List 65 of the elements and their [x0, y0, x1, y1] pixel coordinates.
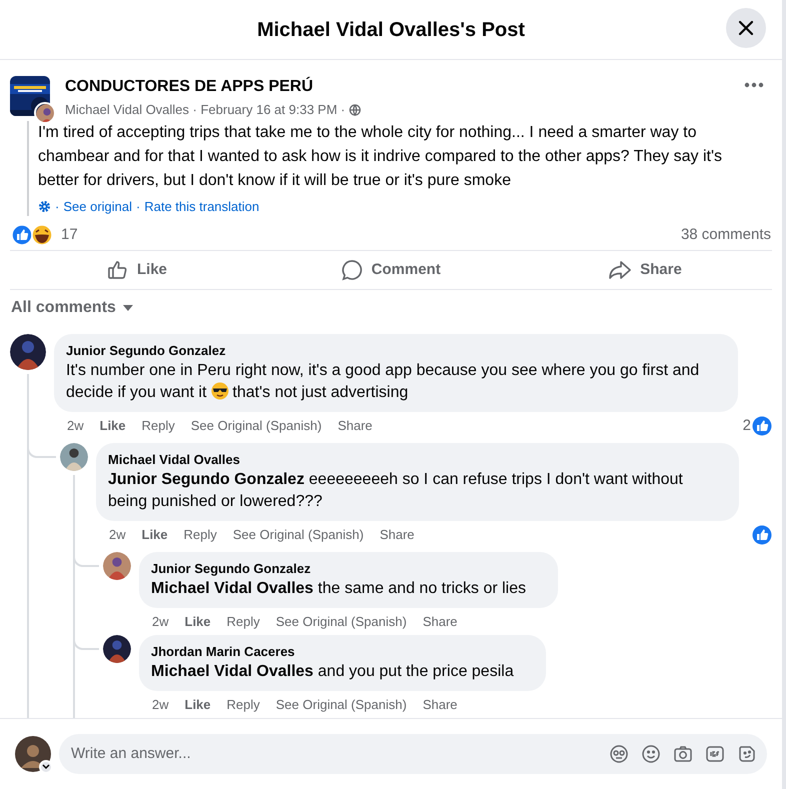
comment-text: Michael Vidal Ovalles and you put the price pesila	[151, 662, 515, 682]
comment-text: It's number one in Peru right now, it's a good app because you see where you go first and decide if you want it that's not just advertising	[66, 361, 700, 403]
like-count: 2	[742, 416, 751, 436]
reaction-count[interactable]: 17	[61, 224, 78, 246]
comment-action-link[interactable]: Like	[100, 416, 126, 436]
comment-time: 2w	[152, 696, 169, 714]
comment-time: 2w	[67, 417, 84, 436]
close-icon	[738, 20, 754, 36]
comment-action-link[interactable]: Like	[184, 695, 211, 715]
share-button[interactable]: Share	[518, 251, 772, 289]
gif-icon[interactable]	[705, 744, 725, 764]
post-meta: Michael Vidal Ovalles · February 16 at 9:33 PM ·	[65, 101, 346, 119]
group-name[interactable]: CONDUCTORES DE APPS PERÚ	[65, 77, 725, 97]
comment-action-link[interactable]: Share	[422, 695, 458, 715]
comment-action-link[interactable]: See Original (Spanish)	[232, 525, 364, 545]
comment-action-link[interactable]: See Original (Spanish)	[276, 612, 407, 632]
caret-icon	[122, 304, 134, 312]
comment-input[interactable]: Write an answer...	[71, 742, 609, 766]
comment-author[interactable]: Junior Segundo Gonzalez	[66, 342, 726, 360]
avatar[interactable]	[15, 736, 51, 772]
translation-link[interactable]: See original	[63, 196, 132, 216]
comment-icon	[341, 259, 364, 281]
emoji-icon[interactable]	[641, 744, 661, 764]
gear-icon[interactable]	[38, 200, 51, 213]
comment-author[interactable]: Jhordan Marin Caceres	[151, 643, 534, 661]
avatar[interactable]	[10, 334, 46, 370]
dialog-title: Michael Vidal Ovalles's Post	[257, 18, 525, 42]
comment-action-link[interactable]: Like	[184, 612, 211, 632]
comment-action-link[interactable]: Share	[380, 525, 414, 545]
avatar-sticker-icon[interactable]	[609, 744, 629, 764]
comment-action-link[interactable]: Reply	[226, 695, 260, 715]
avatar[interactable]	[103, 552, 131, 580]
comment-author[interactable]: Michael Vidal Ovalles	[108, 451, 727, 469]
post-text: I'm tired of accepting trips that take me to the whole city for nothing... I need a smarter way to chambear and for that I wanted to ask how is it indrive compared to the other apps? They say it's better for drivers, but I don't know if it will be true or it's pure smoke	[38, 122, 724, 190]
like-button[interactable]: Like	[10, 251, 264, 289]
share-icon	[608, 259, 632, 281]
comment-filter-dropdown[interactable]: All comments	[11, 296, 134, 320]
comment-action-link[interactable]: Reply	[142, 416, 175, 436]
sticker-icon[interactable]	[737, 744, 757, 764]
comment-time: 2w	[109, 526, 126, 544]
comment-text: Junior Segundo Gonzalez eeeeeeeeeh so I can refuse trips I don't want without being punished or lowered???	[108, 470, 684, 512]
comment-action-link[interactable]: Like	[142, 525, 168, 545]
comment-action-link[interactable]: See Original (Spanish)	[190, 416, 322, 436]
comment-button[interactable]: Comment	[264, 251, 518, 289]
camera-icon[interactable]	[673, 744, 693, 764]
comment-action-link[interactable]: Share	[338, 416, 372, 436]
avatar[interactable]	[34, 102, 56, 124]
comment-action-link[interactable]: Share	[422, 612, 458, 632]
comment-action-link[interactable]: See Original (Spanish)	[276, 695, 407, 715]
translation-link[interactable]: Rate this translation	[144, 196, 260, 216]
comment-text: Michael Vidal Ovalles the same and no tricks or lies	[151, 579, 527, 599]
comment-author[interactable]: Junior Segundo Gonzalez	[151, 560, 546, 578]
comment-action-link[interactable]: Reply	[184, 525, 217, 545]
globe-icon	[349, 104, 362, 116]
sunglasses-emoji-icon	[210, 382, 229, 400]
avatar[interactable]	[60, 443, 88, 471]
comment-time: 2w	[152, 613, 169, 632]
like-icon	[106, 259, 129, 281]
close-button[interactable]	[726, 8, 766, 48]
comment-action-link[interactable]: Reply	[226, 612, 260, 632]
avatar[interactable]	[103, 635, 131, 663]
separator: ·	[55, 198, 60, 216]
comment-count[interactable]: 38 comments	[680, 224, 771, 246]
separator: ·	[136, 198, 140, 216]
composer-bar[interactable]: Write an answer...	[59, 734, 767, 774]
